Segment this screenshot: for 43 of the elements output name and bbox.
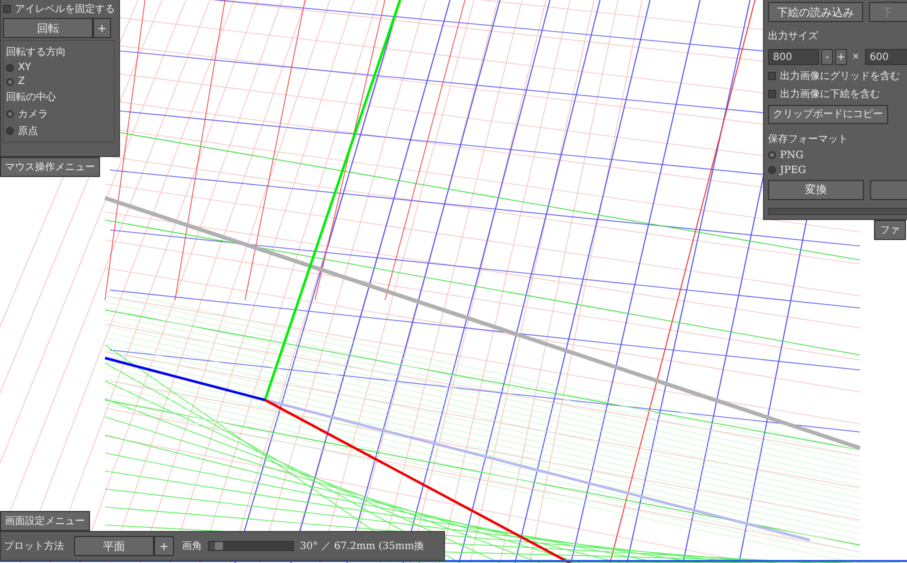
angle-slider[interactable] bbox=[208, 541, 294, 551]
output-size-label: 出力サイズ bbox=[768, 30, 819, 43]
radio-button[interactable] bbox=[6, 127, 14, 135]
height-field[interactable]: 600 bbox=[864, 49, 907, 65]
option-label: Z bbox=[18, 76, 25, 87]
convert-button[interactable]: 変換 bbox=[768, 180, 864, 200]
option-label: 原点 bbox=[18, 124, 38, 138]
checkbox[interactable] bbox=[3, 5, 11, 13]
radio-button[interactable] bbox=[6, 110, 14, 118]
copy-clipboard-button[interactable]: クリップボードにコピー bbox=[768, 105, 888, 124]
checkbox[interactable] bbox=[768, 72, 776, 80]
radio-button[interactable] bbox=[768, 166, 776, 174]
radio-button[interactable] bbox=[6, 78, 14, 86]
slider-fill[interactable] bbox=[209, 542, 224, 550]
angle-reading: 30° ／ 67.2mm (35mm換 bbox=[300, 540, 424, 553]
blank-button[interactable] bbox=[870, 180, 907, 200]
option-label: XY bbox=[18, 62, 31, 73]
width-field[interactable]: 800 bbox=[768, 49, 820, 65]
checkbox-label: 出力画像にグリッドを含む bbox=[780, 70, 900, 83]
radio-button[interactable] bbox=[6, 64, 14, 72]
plus-button[interactable]: + bbox=[93, 18, 111, 38]
checkbox-label: 出力画像に下絵を含む bbox=[780, 88, 880, 101]
checkbox[interactable] bbox=[768, 90, 776, 98]
screen-menu-button[interactable]: 画面設定メニュー bbox=[0, 511, 90, 531]
option-label: PNG bbox=[780, 150, 804, 160]
radio-button[interactable] bbox=[768, 151, 776, 159]
plus-button[interactable]: + bbox=[154, 536, 174, 556]
load-sketch-button[interactable]: 下絵の読み込み bbox=[768, 2, 864, 22]
section-title: 回転の中心 bbox=[6, 90, 57, 104]
eye-level-label: アイレベルを固定する bbox=[15, 2, 115, 16]
minus-button[interactable]: - bbox=[821, 49, 834, 65]
plot-method-label: プロット方法 bbox=[4, 540, 64, 553]
section-title: 回転する方向 bbox=[6, 46, 67, 59]
option-label: JPEG bbox=[780, 164, 806, 176]
rotate-mode-button[interactable]: 回転 bbox=[3, 18, 93, 38]
save-format-label: 保存フォーマット bbox=[768, 132, 849, 146]
plus-button[interactable]: + bbox=[835, 49, 848, 65]
file-button[interactable]: ファ bbox=[874, 220, 906, 240]
angle-label: 画角 bbox=[182, 540, 202, 553]
option-label: カメラ bbox=[18, 108, 48, 121]
mouse-menu-button[interactable]: マウス操作メニュー bbox=[0, 157, 100, 177]
times-sign: × bbox=[852, 52, 860, 62]
plot-method-button[interactable]: 平面 bbox=[74, 536, 154, 556]
